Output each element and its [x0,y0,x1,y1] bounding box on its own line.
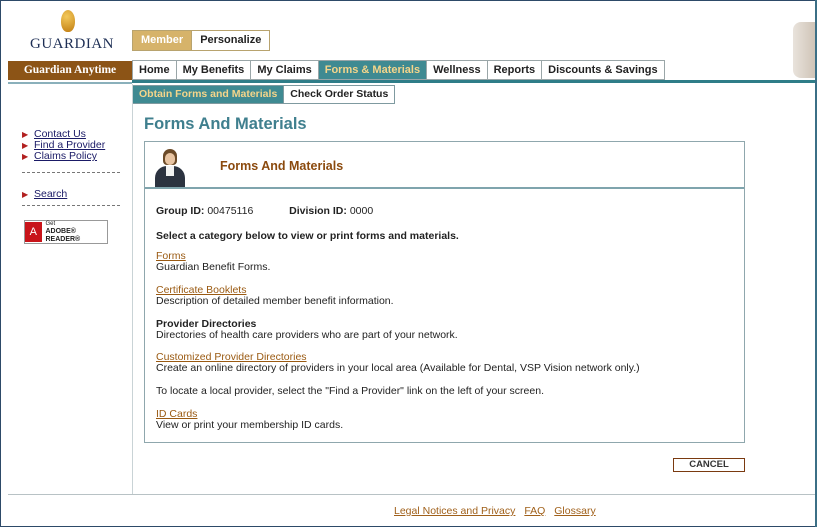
header-photo [793,22,815,78]
adobe-reader-label: ADOBE® READER® [45,227,81,243]
find-provider-note-text: To locate a local provider, select the "… [156,385,544,397]
guardian-anytime-bar: Guardian Anytime [8,61,132,80]
sub-tabs: Obtain Forms and Materials Check Order S… [132,85,396,104]
nav-discounts-savings[interactable]: Discounts & Savings [542,60,665,80]
intro-text: Select a category below to view or print… [156,230,459,242]
subtab-check-order-status[interactable]: Check Order Status [284,85,396,104]
certificate-booklets-description: Description of detailed member benefit i… [156,295,394,307]
guardian-flame-icon [60,10,75,32]
panel-header: Forms And Materials [145,142,744,189]
footer-divider [8,494,815,495]
top-tabs: Member Personalize [132,30,271,51]
sidebar-item-search[interactable]: ▶ Search [22,189,67,200]
glossary-link[interactable]: Glossary [554,505,595,517]
provider-directories-description: Directories of health care providers who… [156,329,458,341]
cancel-button[interactable]: CANCEL [673,458,745,472]
group-info: Group ID: 00475116 Division ID: 0000 [156,205,373,217]
forms-description: Guardian Benefit Forms. [156,261,271,273]
sidebar-links: ▶ Contact Us ▶ Find a Provider ▶ Claims … [22,129,105,162]
subtab-obtain-forms[interactable]: Obtain Forms and Materials [132,85,285,104]
page-title: Forms And Materials [144,115,307,133]
id-cards-description: View or print your membership ID cards. [156,419,344,431]
forms-panel: Forms And Materials Group ID: 00475116 D… [144,141,745,443]
group-id-value: 00475116 [207,205,254,217]
adobe-reader-text: Get ADOBE® READER® [46,221,108,244]
sidebar-top-line [8,82,132,84]
footer-links: Legal Notices and Privacy FAQ Glossary [394,505,602,517]
arrow-right-icon: ▶ [22,130,29,139]
nav-forms-materials[interactable]: Forms & Materials [318,60,428,80]
legal-notices-link[interactable]: Legal Notices and Privacy [394,505,515,517]
find-provider-note: To locate a local provider, select the "… [156,386,544,397]
nav-underline [132,80,815,83]
logo-text: GUARDIAN [30,36,114,52]
sidebar-separator [22,205,120,206]
tab-member[interactable]: Member [132,30,193,51]
get-adobe-reader-button[interactable]: A Get ADOBE® READER® [24,220,108,244]
list-item-id-cards: ID Cards View or print your membership I… [156,409,343,431]
arrow-right-icon: ▶ [22,141,29,150]
nav-reports[interactable]: Reports [487,60,543,80]
division-id-value: 0000 [349,205,374,217]
group-id-label: Group ID: [156,205,205,217]
customer-service-avatar [155,149,185,187]
adobe-reader-icon: A [25,222,42,242]
nav-wellness[interactable]: Wellness [427,60,488,80]
faq-link[interactable]: FAQ [524,505,545,517]
nav-my-benefits[interactable]: My Benefits [176,60,252,80]
claims-policy-link[interactable]: Claims Policy [34,151,97,162]
division-id-label: Division ID: [289,205,347,217]
sidebar-separator [22,172,120,173]
main-nav: Home My Benefits My Claims Forms & Mater… [132,60,665,80]
nav-my-claims[interactable]: My Claims [251,60,319,80]
nav-home[interactable]: Home [132,60,177,80]
list-item-provider-directories: Provider Directories Directories of heal… [156,319,458,341]
tab-personalize[interactable]: Personalize [192,30,271,51]
list-item-customized-provider-directories: Customized Provider Directories Create a… [156,352,640,374]
sidebar-divider [132,84,133,494]
list-item-certificate-booklets: Certificate Booklets Description of deta… [156,285,394,307]
panel-title: Forms And Materials [220,159,344,173]
search-link[interactable]: Search [34,189,67,200]
guardian-logo[interactable]: GUARDIAN [30,10,114,62]
customized-provider-directories-description: Create an online directory of providers … [156,362,640,374]
sidebar-item-claims-policy[interactable]: ▶ Claims Policy [22,151,105,162]
adobe-get-label: Get [45,220,56,227]
list-item-forms: Forms Guardian Benefit Forms. [156,251,270,273]
arrow-right-icon: ▶ [22,152,29,161]
arrow-right-icon: ▶ [22,190,29,199]
